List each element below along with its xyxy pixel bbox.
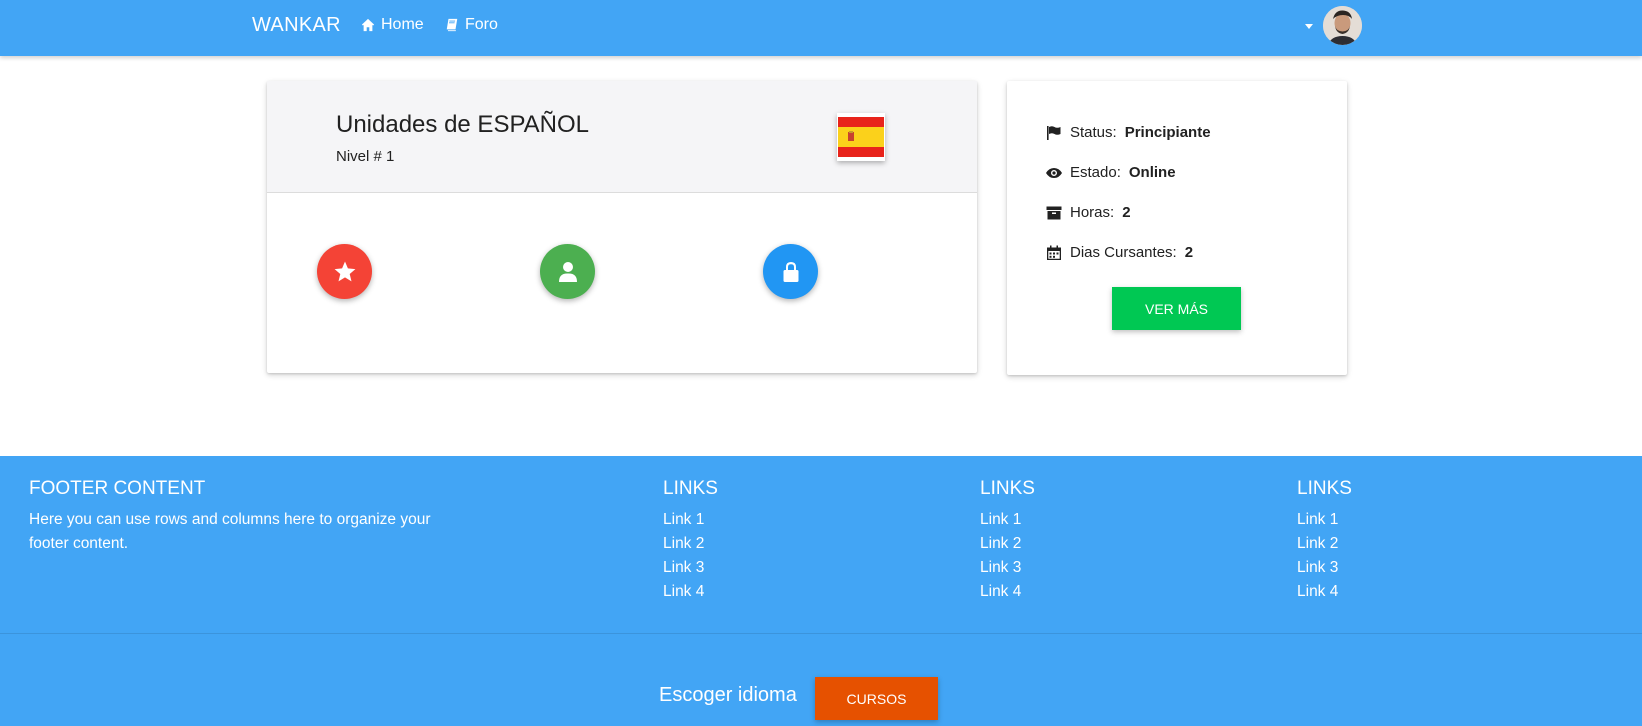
user-photo: [1323, 6, 1362, 45]
estado-label: Estado:: [1070, 164, 1121, 181]
footer-divider: [0, 633, 1642, 634]
lock-button[interactable]: [763, 244, 818, 299]
status-label: Status:: [1070, 124, 1117, 141]
lock-icon: [783, 261, 798, 282]
navbar: WANKAR Home Foro: [0, 0, 1642, 56]
estado-value: Online: [1128, 164, 1176, 181]
home-icon: [361, 18, 375, 32]
footer-link[interactable]: Link 1: [663, 508, 718, 532]
spain-flag-icon: [837, 113, 885, 161]
footer-link[interactable]: Link 2: [663, 532, 718, 556]
footer-link[interactable]: Link 4: [1297, 580, 1352, 604]
cursos-button[interactable]: CURSOS: [815, 677, 938, 720]
footer-links-column-3: LINKS Link 1 Link 2 Link 3 Link 4: [1297, 478, 1352, 604]
footer-link[interactable]: Link 4: [663, 580, 718, 604]
footer-links-column-2: LINKS Link 1 Link 2 Link 3 Link 4: [980, 478, 1035, 604]
archive-icon: [1046, 206, 1062, 219]
dias-row: Dias Cursantes: 2: [1046, 244, 1193, 261]
user-button[interactable]: [540, 244, 595, 299]
footer-link[interactable]: Link 1: [1297, 508, 1352, 532]
footer-title: FOOTER CONTENT: [29, 478, 206, 499]
book-icon: [446, 18, 458, 32]
footer-link[interactable]: Link 1: [980, 508, 1035, 532]
calendar-icon: [1047, 245, 1061, 260]
footer-link[interactable]: Link 2: [980, 532, 1035, 556]
nav-foro-label: Foro: [465, 16, 498, 33]
nav-home-label: Home: [381, 16, 424, 33]
ver-mas-button[interactable]: VER MÁS: [1112, 287, 1241, 330]
star-icon: [334, 261, 355, 281]
level-label: Nivel # 1: [336, 148, 395, 165]
footer-link[interactable]: Link 2: [1297, 532, 1352, 556]
horas-row: Horas: 2: [1046, 204, 1131, 221]
footer-links-title: LINKS: [980, 478, 1035, 499]
eye-icon: [1046, 167, 1062, 178]
footer-links-column-1: LINKS Link 1 Link 2 Link 3 Link 4: [663, 478, 718, 604]
dias-value: 2: [1184, 244, 1194, 261]
horas-label: Horas:: [1070, 204, 1115, 221]
units-card: Unidades de ESPAÑOL Nivel # 1: [267, 81, 977, 373]
star-button[interactable]: [317, 244, 372, 299]
footer-link[interactable]: Link 3: [1297, 556, 1352, 580]
units-title: Unidades de ESPAÑOL: [336, 111, 590, 138]
brand-logo[interactable]: WANKAR: [252, 14, 341, 37]
footer-description: Here you can use rows and columns here t…: [29, 511, 431, 552]
flag-icon: [1047, 125, 1061, 140]
nav-home-link[interactable]: Home: [361, 16, 424, 34]
user-icon: [558, 261, 577, 282]
units-card-header: Unidades de ESPAÑOL Nivel # 1: [267, 81, 977, 193]
caret-down-icon[interactable]: [1305, 24, 1313, 29]
footer-link[interactable]: Link 3: [980, 556, 1035, 580]
avatar[interactable]: [1323, 6, 1362, 45]
nav-foro-link[interactable]: Foro: [445, 16, 498, 34]
footer-link[interactable]: Link 4: [980, 580, 1035, 604]
estado-row: Estado: Online: [1046, 164, 1176, 181]
stats-card: Status: Principiante Estado: Online Hora…: [1007, 81, 1347, 375]
status-row: Status: Principiante: [1046, 124, 1211, 141]
dias-label: Dias Cursantes:: [1070, 244, 1177, 261]
status-value: Principiante: [1124, 124, 1211, 141]
footer-links-title: LINKS: [663, 478, 718, 499]
footer: FOOTER CONTENT Here you can use rows and…: [0, 456, 1642, 726]
language-label: Escoger idioma: [659, 684, 797, 706]
footer-links-title: LINKS: [1297, 478, 1352, 499]
footer-link[interactable]: Link 3: [663, 556, 718, 580]
horas-value: 2: [1122, 204, 1131, 221]
